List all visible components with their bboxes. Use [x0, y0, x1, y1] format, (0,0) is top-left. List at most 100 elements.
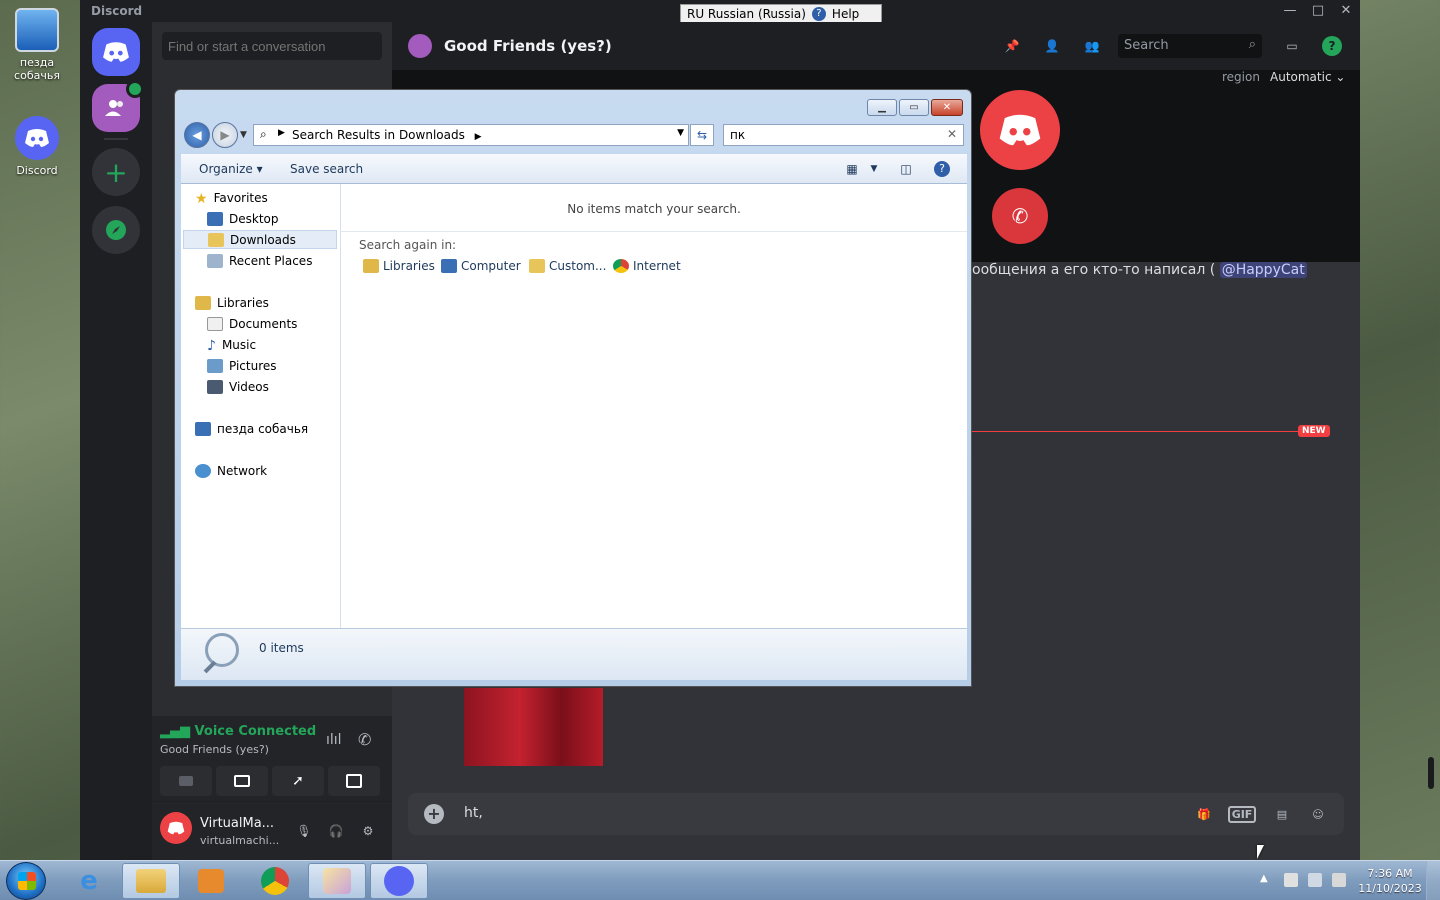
view-options-icon[interactable]: ▦ [843, 160, 861, 178]
search-again-internet[interactable]: Internet [613, 259, 681, 273]
screen-share-icon [234, 775, 250, 787]
explore-servers-button[interactable] [92, 206, 140, 254]
users-icon [105, 100, 123, 116]
details-pane: 0 items [181, 628, 967, 680]
nav-desktop[interactable]: Desktop [207, 209, 279, 228]
breadcrumb[interactable]: Search Results in Downloads [292, 128, 465, 142]
system-clock[interactable]: 7:36 AM 11/10/2023 [1358, 866, 1422, 896]
taskbar-paint[interactable] [308, 863, 366, 899]
action-center-icon[interactable] [1284, 873, 1298, 887]
volume-muted-icon[interactable] [1332, 873, 1346, 887]
home-button[interactable] [92, 28, 140, 76]
microphone-icon[interactable]: 🎙 [295, 822, 313, 840]
taskbar-chrome[interactable] [246, 863, 304, 899]
start-button[interactable] [6, 862, 46, 900]
nav-downloads[interactable]: Downloads [183, 230, 337, 249]
avatar[interactable] [160, 812, 192, 844]
preview-pane-icon[interactable]: ◫ [897, 160, 915, 178]
emoji-icon[interactable]: ☺ [1306, 803, 1330, 825]
soundboard-button[interactable] [328, 766, 380, 796]
language-bar[interactable]: RU Russian (Russia) ? Help [680, 4, 882, 24]
show-desktop-button[interactable] [1426, 861, 1440, 900]
username[interactable]: VirtualMa... [200, 816, 274, 831]
sticker-icon[interactable]: ▤ [1270, 803, 1294, 825]
region-select[interactable]: Automatic ⌄ [1270, 70, 1345, 84]
activity-button[interactable]: ➚ [272, 766, 324, 796]
chevron-down-icon[interactable]: ▼ [865, 160, 883, 178]
pinned-icon[interactable]: 📌 [1000, 34, 1024, 58]
clear-search-icon[interactable]: ✕ [947, 127, 957, 141]
screen-share-button[interactable] [216, 766, 268, 796]
close-button[interactable]: ✕ [1332, 2, 1360, 20]
nav-favorites[interactable]: ★ Favorites [195, 188, 268, 207]
minimize-button[interactable]: ▁ [867, 99, 897, 116]
nav-network[interactable]: Network [195, 461, 267, 480]
maximize-button[interactable]: □ [1304, 2, 1332, 20]
close-button[interactable]: ✕ [931, 99, 963, 116]
message-input[interactable]: + ht, 🎁 GIF ▤ ☺ [408, 793, 1344, 835]
address-dropdown-icon[interactable]: ▼ [677, 128, 684, 138]
group-dm-button[interactable] [92, 80, 144, 132]
minimize-button[interactable]: — [1276, 2, 1304, 20]
refresh-button[interactable]: ⇆ [690, 124, 714, 146]
search-again-libraries[interactable]: Libraries [363, 259, 435, 273]
star-icon: ★ [195, 190, 208, 207]
search-again-custom[interactable]: Custom... [529, 259, 606, 273]
network-tray-icon[interactable] [1308, 873, 1322, 887]
address-bar[interactable]: ⌕ ▶ Search Results in Downloads ▶ ▼ [253, 124, 689, 146]
add-server-button[interactable]: + [92, 148, 140, 196]
taskbar-media-player[interactable] [182, 863, 240, 899]
soundboard-icon [346, 774, 362, 788]
call-participant-avatar[interactable] [980, 90, 1060, 170]
folder-icon [136, 869, 166, 893]
gift-icon[interactable]: 🎁 [1192, 803, 1216, 825]
message-input-value[interactable]: ht, [464, 805, 483, 821]
inbox-icon[interactable]: ▭ [1280, 34, 1304, 58]
back-button[interactable]: ◀ [184, 122, 210, 148]
discord-titlebar: Discord RU Russian (Russia) ? Help — □ ✕ [80, 0, 1360, 24]
forward-button[interactable]: ▶ [212, 122, 238, 148]
maximize-button[interactable]: ▭ [899, 99, 929, 116]
nav-documents[interactable]: Documents [207, 314, 297, 333]
disconnect-icon[interactable]: ✆ [358, 730, 371, 749]
help-icon[interactable]: ? [933, 160, 951, 178]
taskbar-explorer[interactable] [122, 863, 180, 899]
nav-recent-places[interactable]: Recent Places [207, 251, 312, 270]
headphones-icon[interactable]: 🎧 [327, 822, 345, 840]
desktop-icon-discord[interactable]: Discord [2, 116, 72, 177]
gif-button[interactable]: GIF [1227, 803, 1257, 825]
upload-plus-icon[interactable]: + [424, 804, 444, 824]
nav-computer[interactable]: пезда собачья [195, 419, 308, 438]
breadcrumb-chevron-icon: ▶ [278, 128, 285, 138]
hangup-button[interactable]: ✆ [992, 188, 1048, 244]
language-indicator[interactable]: RU Russian (Russia) [687, 7, 806, 21]
nav-libraries[interactable]: Libraries [195, 293, 269, 312]
nav-pictures[interactable]: Pictures [207, 356, 277, 375]
save-search-button[interactable]: Save search [290, 162, 363, 176]
help-icon[interactable]: ? [811, 7, 826, 21]
noise-suppression-icon[interactable]: ılıl [326, 732, 342, 748]
tray-overflow-icon[interactable]: ▲ [1260, 873, 1274, 887]
help-label[interactable]: Help [832, 7, 859, 21]
nav-videos[interactable]: Videos [207, 377, 269, 396]
image-attachment[interactable] [464, 688, 603, 766]
voice-status[interactable]: ▂▄▆ Voice Connected [160, 724, 316, 739]
taskbar-discord[interactable] [370, 863, 428, 899]
add-friend-icon[interactable]: 👤 [1040, 34, 1064, 58]
member-list-icon[interactable]: 👥 [1080, 34, 1104, 58]
header-search-input[interactable]: Search ⌕ [1118, 34, 1262, 58]
organize-button[interactable]: Organize ▾ [199, 162, 263, 176]
taskbar-ie[interactable]: e [60, 863, 118, 899]
chrome-icon [261, 867, 289, 895]
nav-music[interactable]: ♪ Music [207, 335, 256, 354]
history-dropdown[interactable]: ▼ [240, 130, 247, 140]
gear-icon[interactable]: ⚙ [359, 822, 377, 840]
find-conversation-input[interactable] [162, 32, 382, 60]
desktop-icon-computer[interactable]: пезда собачья [2, 8, 72, 82]
search-again-computer[interactable]: Computer [441, 259, 521, 273]
camera-button[interactable] [160, 766, 212, 796]
explorer-search-input[interactable]: пк [723, 124, 964, 146]
scrollbar[interactable] [1428, 757, 1434, 789]
user-mention[interactable]: @HappyCat [1219, 262, 1307, 278]
help-icon[interactable]: ? [1320, 34, 1344, 58]
